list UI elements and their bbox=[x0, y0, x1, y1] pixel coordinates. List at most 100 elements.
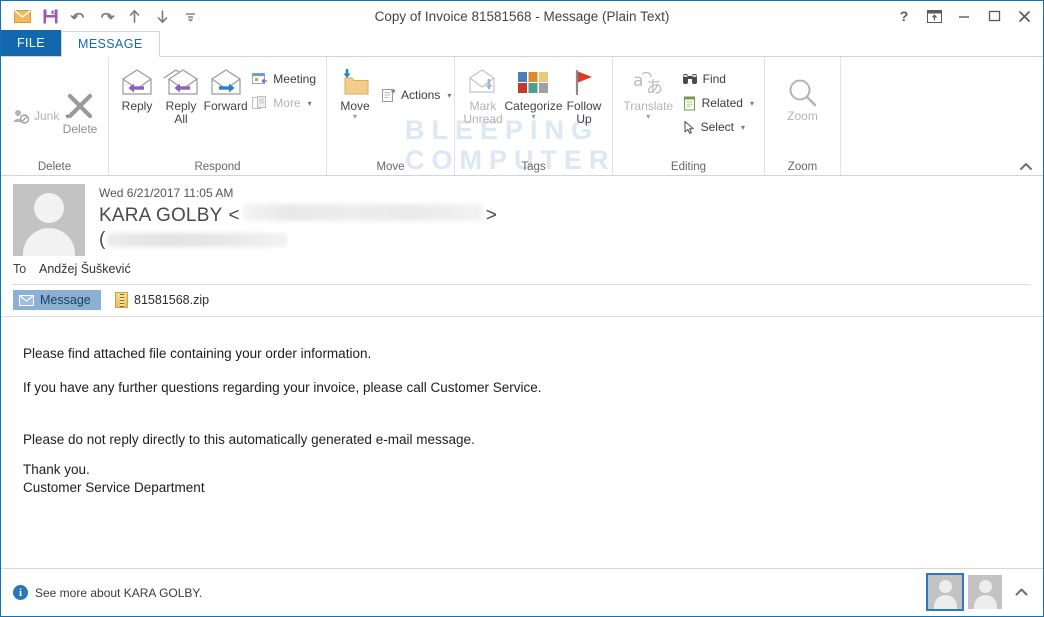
select-caret-icon[interactable]: ▾ bbox=[741, 123, 745, 132]
help-button[interactable]: ? bbox=[889, 2, 919, 30]
body-line-4: Thank you. bbox=[23, 462, 90, 477]
see-more-about-sender[interactable]: i See more about KARA GOLBY. bbox=[13, 585, 202, 600]
actions-button[interactable]: Actions ▾ bbox=[377, 84, 455, 106]
zoom-label: Zoom bbox=[787, 109, 818, 123]
to-row: To Andžej Šuškević bbox=[1, 256, 1043, 276]
more-button[interactable]: More ▾ bbox=[248, 92, 320, 114]
ribbon-display-options-icon[interactable] bbox=[919, 2, 949, 30]
categorize-caret-icon[interactable]: ▾ bbox=[531, 113, 535, 121]
message-envelope-icon bbox=[19, 294, 34, 306]
find-binoculars-icon bbox=[682, 72, 698, 86]
related-label: Related bbox=[701, 96, 743, 110]
translate-caret-icon[interactable]: ▾ bbox=[646, 113, 650, 121]
people-pane bbox=[926, 573, 1035, 611]
more-caret-icon[interactable]: ▾ bbox=[308, 99, 312, 108]
people-pane-avatar-2[interactable] bbox=[968, 575, 1002, 609]
delete-icon bbox=[65, 89, 95, 123]
sender-name[interactable]: KARA GOLBY bbox=[99, 205, 222, 227]
move-button[interactable]: Move ▾ bbox=[333, 62, 377, 121]
attachment-bar: Message 81581568.zip bbox=[1, 285, 1043, 317]
ribbon-group-label-editing: Editing bbox=[670, 161, 707, 173]
mark-unread-label2: Unread bbox=[463, 112, 503, 126]
avatar-head bbox=[938, 580, 952, 593]
delete-button[interactable]: Delete bbox=[58, 79, 102, 136]
ribbon-group-delete: Junk ▾ Delete Delete bbox=[1, 57, 109, 175]
message-tab-label: Message bbox=[40, 293, 91, 307]
maximize-button[interactable] bbox=[979, 2, 1009, 30]
categorize-icon bbox=[517, 66, 551, 100]
ribbon-group-label-tags: Tags bbox=[521, 161, 546, 173]
outlook-message-window: Copy of Invoice 81581568 - Message (Plai… bbox=[0, 0, 1044, 617]
move-caret-icon[interactable]: ▾ bbox=[353, 113, 357, 121]
attachment-item[interactable]: 81581568.zip bbox=[115, 292, 209, 308]
select-button[interactable]: Select ▾ bbox=[678, 116, 758, 138]
reply-all-button[interactable]: Reply All bbox=[159, 62, 203, 126]
sender-avatar[interactable] bbox=[13, 184, 85, 256]
follow-up-button[interactable]: Follow Up bbox=[562, 62, 606, 126]
tab-message[interactable]: MESSAGE bbox=[61, 31, 160, 57]
translate-button[interactable]: a あ Translate ▾ bbox=[619, 62, 678, 121]
redo-icon[interactable] bbox=[93, 4, 119, 28]
svg-text:あ: あ bbox=[646, 78, 663, 98]
body-line-5: Customer Service Department bbox=[23, 480, 205, 495]
zoom-magnifier-icon bbox=[787, 76, 819, 110]
undo-icon[interactable] bbox=[65, 4, 91, 28]
to-recipient[interactable]: Andžej Šuškević bbox=[39, 262, 131, 276]
sender-line-2: ( bbox=[99, 229, 1031, 251]
ribbon-tabs: FILE MESSAGE bbox=[1, 30, 1043, 57]
collapse-ribbon-icon[interactable] bbox=[1019, 162, 1033, 171]
select-cursor-icon bbox=[682, 120, 696, 135]
close-button[interactable] bbox=[1009, 2, 1039, 30]
zoom-button[interactable]: Zoom bbox=[781, 62, 825, 123]
forward-button[interactable]: Forward bbox=[203, 62, 248, 113]
ribbon: BLEEPING COMPUTER Junk ▾ Delete Delete R… bbox=[1, 57, 1043, 176]
related-caret-icon[interactable]: ▾ bbox=[750, 99, 754, 108]
tab-file[interactable]: FILE bbox=[1, 30, 61, 56]
reply-button[interactable]: Reply bbox=[115, 62, 159, 113]
find-button[interactable]: Find bbox=[678, 68, 758, 90]
to-label: To bbox=[13, 262, 27, 276]
avatar-body bbox=[23, 228, 75, 256]
actions-caret-icon[interactable]: ▾ bbox=[447, 91, 451, 100]
sender-line: KARA GOLBY < > bbox=[99, 204, 1031, 227]
meeting-label: Meeting bbox=[273, 72, 316, 86]
categorize-button[interactable]: Categorize ▾ bbox=[504, 62, 563, 121]
junk-button[interactable]: Junk ▾ bbox=[7, 90, 69, 126]
see-more-label: See more about KARA GOLBY. bbox=[35, 585, 203, 600]
reply-all-icon bbox=[163, 66, 199, 100]
related-icon bbox=[682, 96, 697, 111]
more-icon bbox=[252, 96, 268, 110]
message-tab-button[interactable]: Message bbox=[13, 290, 101, 310]
body-line-2: If you have any further questions regard… bbox=[23, 380, 542, 395]
save-icon[interactable] bbox=[37, 4, 63, 28]
find-label: Find bbox=[702, 72, 726, 86]
header-divider bbox=[13, 284, 1031, 285]
meeting-button[interactable]: Meeting bbox=[248, 68, 320, 90]
body-line-3: Please do not reply directly to this aut… bbox=[23, 432, 475, 447]
minimize-button[interactable] bbox=[949, 2, 979, 30]
junk-label: Junk bbox=[34, 109, 60, 123]
avatar-body bbox=[933, 595, 957, 609]
people-pane-avatar-1[interactable] bbox=[926, 573, 964, 611]
message-body[interactable]: Please find attached file containing you… bbox=[1, 317, 1043, 568]
mail-icon[interactable] bbox=[9, 4, 35, 28]
editing-small-buttons: Find Related ▾ Select ▾ bbox=[678, 62, 758, 138]
quick-access-toolbar bbox=[9, 4, 203, 28]
message-header: Wed 6/21/2017 11:05 AM KARA GOLBY < > ( … bbox=[1, 176, 1043, 285]
sender-details: Wed 6/21/2017 11:05 AM KARA GOLBY < > ( bbox=[99, 184, 1031, 256]
mark-unread-button[interactable]: Mark Unread bbox=[461, 62, 505, 126]
related-button[interactable]: Related ▾ bbox=[678, 92, 758, 114]
customize-quick-access-toolbar-icon[interactable] bbox=[177, 4, 203, 28]
ribbon-group-move: Move ▾ Actions ▾ Move bbox=[327, 57, 455, 175]
more-label: More bbox=[273, 96, 301, 110]
expand-people-pane-icon[interactable] bbox=[1008, 587, 1035, 597]
forward-label: Forward bbox=[203, 99, 248, 113]
status-bar: i See more about KARA GOLBY. bbox=[1, 568, 1043, 616]
message-date: Wed 6/21/2017 11:05 AM bbox=[99, 186, 234, 200]
mark-unread-icon bbox=[467, 66, 499, 100]
title-bar: Copy of Invoice 81581568 - Message (Plai… bbox=[1, 1, 1043, 31]
translate-icon: a あ bbox=[631, 66, 665, 100]
next-item-icon[interactable] bbox=[149, 4, 175, 28]
previous-item-icon[interactable] bbox=[121, 4, 147, 28]
sender-line2-redacted bbox=[107, 233, 288, 247]
